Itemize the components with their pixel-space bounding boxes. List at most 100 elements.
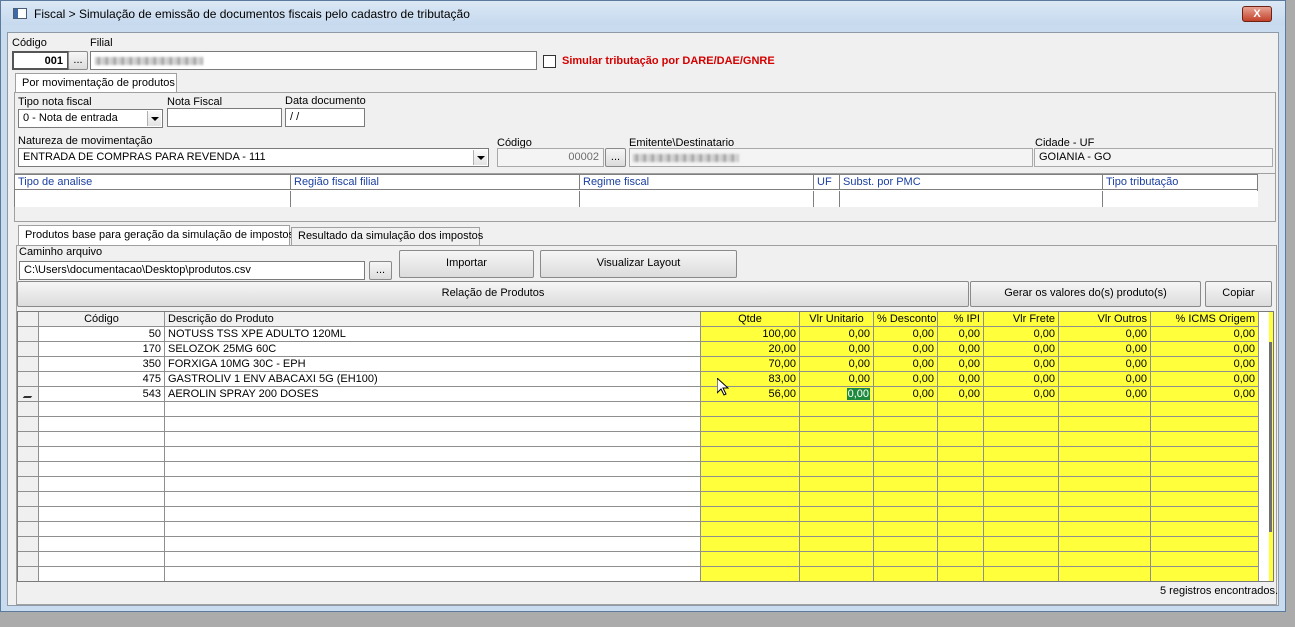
analysis-cell[interactable] [15, 191, 291, 207]
row-indicator[interactable] [18, 567, 39, 581]
cell-outros[interactable] [1059, 507, 1151, 522]
cell-descricao[interactable]: FORXIGA 10MG 30C - EPH [165, 357, 701, 372]
cell-outros[interactable] [1059, 477, 1151, 492]
cell-icms[interactable] [1151, 522, 1259, 537]
cell-outros[interactable]: 0,00 [1059, 327, 1151, 342]
cell-outros[interactable]: 0,00 [1059, 342, 1151, 357]
cell-codigo[interactable]: 350 [39, 357, 165, 372]
cell-desconto[interactable] [874, 522, 938, 537]
analysis-col-regiao-fiscal[interactable]: Região fiscal filial [291, 175, 580, 190]
cell-desconto[interactable] [874, 492, 938, 507]
cell-codigo[interactable]: 475 [39, 372, 165, 387]
cell-icms[interactable] [1151, 462, 1259, 477]
cell-ipi[interactable] [938, 462, 984, 477]
cell-ipi[interactable] [938, 507, 984, 522]
cell-frete[interactable] [984, 462, 1059, 477]
cell-qtde[interactable] [701, 522, 800, 537]
cell-desconto[interactable] [874, 447, 938, 462]
col-header-outros[interactable]: Vlr Outros [1059, 312, 1151, 327]
cell-descricao[interactable]: AEROLIN SPRAY 200 DOSES [165, 387, 701, 402]
cell-codigo[interactable] [39, 477, 165, 492]
cell-descricao[interactable] [165, 402, 701, 417]
scrollbar-thumb[interactable] [1269, 342, 1272, 532]
empty-table-row[interactable] [18, 402, 1273, 417]
cell-desconto[interactable] [874, 417, 938, 432]
cell-qtde[interactable] [701, 462, 800, 477]
cell-descricao[interactable] [165, 567, 701, 581]
natureza-select[interactable]: ENTRADA DE COMPRAS PARA REVENDA - 111 [18, 148, 489, 167]
cell-desconto[interactable] [874, 507, 938, 522]
cell-icms[interactable] [1151, 552, 1259, 567]
row-indicator[interactable] [18, 432, 39, 447]
cell-ipi[interactable]: 0,00 [938, 342, 984, 357]
cell-descricao[interactable] [165, 447, 701, 462]
cell-frete[interactable] [984, 552, 1059, 567]
cell-outros[interactable] [1059, 522, 1151, 537]
cell-qtde[interactable] [701, 507, 800, 522]
cell-frete[interactable] [984, 432, 1059, 447]
relacao-produtos-button[interactable]: Relação de Produtos [17, 281, 969, 307]
cell-outros[interactable] [1059, 462, 1151, 477]
cell-ipi[interactable]: 0,00 [938, 372, 984, 387]
cell-ipi[interactable] [938, 402, 984, 417]
cell-ipi[interactable]: 0,00 [938, 357, 984, 372]
cell-descricao[interactable] [165, 417, 701, 432]
empty-table-row[interactable] [18, 417, 1273, 432]
cell-qtde[interactable]: 20,00 [701, 342, 800, 357]
cell-qtde[interactable] [701, 477, 800, 492]
cell-desconto[interactable]: 0,00 [874, 342, 938, 357]
col-header-qtde[interactable]: Qtde [701, 312, 800, 327]
cell-frete[interactable] [984, 447, 1059, 462]
cell-ipi[interactable] [938, 477, 984, 492]
cell-icms[interactable]: 0,00 [1151, 357, 1259, 372]
cell-descricao[interactable] [165, 552, 701, 567]
cell-icms[interactable]: 0,00 [1151, 387, 1259, 402]
cell-frete[interactable] [984, 477, 1059, 492]
cell-frete[interactable] [984, 507, 1059, 522]
cell-codigo[interactable] [39, 552, 165, 567]
cell-qtde[interactable] [701, 417, 800, 432]
row-indicator[interactable] [18, 372, 39, 387]
row-indicator[interactable] [18, 357, 39, 372]
cell-codigo[interactable] [39, 402, 165, 417]
tipo-nota-select[interactable]: 0 - Nota de entrada [18, 109, 163, 128]
cell-vlr-unitario[interactable]: 0,00 [800, 342, 874, 357]
cell-desconto[interactable]: 0,00 [874, 387, 938, 402]
cell-frete[interactable] [984, 537, 1059, 552]
cell-icms[interactable]: 0,00 [1151, 372, 1259, 387]
simular-checkbox[interactable] [543, 55, 556, 68]
cell-vlr-unitario[interactable] [800, 447, 874, 462]
cell-qtde[interactable]: 83,00 [701, 372, 800, 387]
cell-desconto[interactable]: 0,00 [874, 327, 938, 342]
cell-desconto[interactable] [874, 462, 938, 477]
cell-vlr-unitario[interactable]: 0,00 [800, 387, 874, 402]
cell-outros[interactable] [1059, 552, 1151, 567]
cell-descricao[interactable] [165, 462, 701, 477]
grid-scrollbar[interactable] [1269, 312, 1273, 581]
col-header-vlr-unitario[interactable]: Vlr Unitario [800, 312, 874, 327]
cell-desconto[interactable] [874, 432, 938, 447]
emitente-browse-button[interactable]: ... [605, 148, 626, 167]
chevron-down-icon[interactable] [473, 150, 487, 165]
tab-produtos-base[interactable]: Produtos base para geração da simulação … [18, 225, 294, 246]
cell-vlr-unitario[interactable] [800, 417, 874, 432]
cell-codigo[interactable] [39, 432, 165, 447]
cell-icms[interactable] [1151, 417, 1259, 432]
cell-codigo[interactable] [39, 417, 165, 432]
cell-vlr-unitario[interactable] [800, 522, 874, 537]
cell-desconto[interactable] [874, 477, 938, 492]
copiar-button[interactable]: Copiar [1205, 281, 1272, 307]
cell-qtde[interactable] [701, 567, 800, 581]
row-indicator[interactable] [18, 507, 39, 522]
row-indicator[interactable] [18, 537, 39, 552]
empty-table-row[interactable] [18, 522, 1273, 537]
cell-icms[interactable] [1151, 492, 1259, 507]
produtos-grid[interactable]: Código Descrição do Produto Qtde Vlr Uni… [17, 311, 1274, 582]
empty-table-row[interactable] [18, 447, 1273, 462]
analysis-cell[interactable] [291, 191, 580, 207]
cell-codigo[interactable]: 170 [39, 342, 165, 357]
cell-outros[interactable] [1059, 492, 1151, 507]
cell-vlr-unitario[interactable] [800, 537, 874, 552]
cell-qtde[interactable] [701, 447, 800, 462]
cell-icms[interactable] [1151, 447, 1259, 462]
